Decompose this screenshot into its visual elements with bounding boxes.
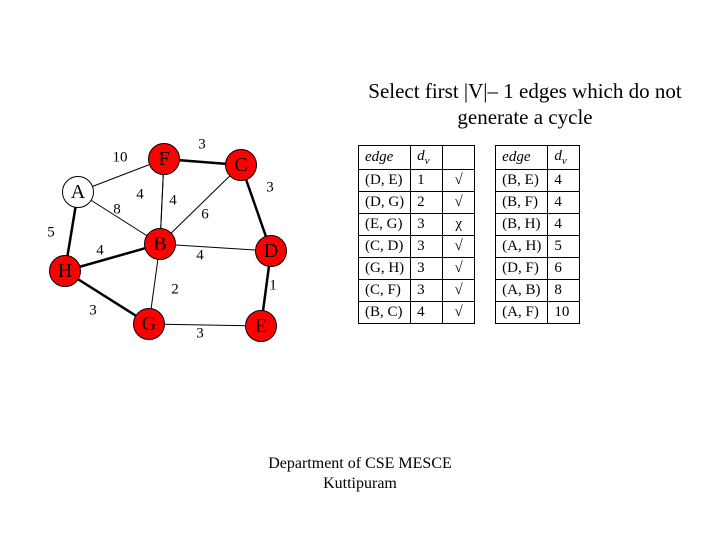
- cell-mark: √: [443, 192, 475, 214]
- cell-edge: (E, G): [359, 214, 411, 236]
- col-edge-right: edge: [496, 146, 548, 170]
- edge-table-right: edge dv (B, E)4(B, F)4(B, H)4(A, H)5(D, …: [495, 145, 580, 324]
- cell-mark: √: [443, 258, 475, 280]
- node-G: G: [133, 308, 165, 340]
- cell-mark: √: [443, 302, 475, 324]
- node-B: B: [144, 228, 176, 260]
- edge-weight-D-E: 1: [269, 278, 277, 295]
- cell-edge: (D, E): [359, 170, 411, 192]
- cell-edge: (B, F): [496, 192, 548, 214]
- edge-weight-B-F: 4: [169, 193, 177, 210]
- slide-title: Select first |V|– 1 edges which do not g…: [360, 78, 690, 131]
- cell-dv: 1: [411, 170, 443, 192]
- cell-mark: √: [443, 280, 475, 302]
- cell-edge: (B, H): [496, 214, 548, 236]
- edge-weight-A-H: 5: [47, 225, 55, 242]
- cell-edge: (A, F): [496, 302, 548, 324]
- edge-weight-B-D: 4: [196, 248, 204, 265]
- edge-weight-F-C: 3: [198, 137, 206, 154]
- edge-weight-A-B: 8: [113, 202, 121, 219]
- cell-dv: 4: [548, 214, 580, 236]
- node-C: C: [225, 149, 257, 181]
- cell-dv: 3: [411, 258, 443, 280]
- col-dv-left: dv: [411, 146, 443, 170]
- footer-line-1: Department of CSE MESCE: [268, 455, 452, 472]
- table-row: (E, G)3χ: [359, 214, 475, 236]
- cell-edge: (D, G): [359, 192, 411, 214]
- table-row: (D, E)1√: [359, 170, 475, 192]
- table-row: (A, B)8: [496, 280, 580, 302]
- cell-dv: 6: [548, 258, 580, 280]
- cell-dv: 10: [548, 302, 580, 324]
- edge-weight-B-G: 2: [171, 282, 179, 299]
- edge-weight-H-B: 4: [96, 243, 104, 260]
- col-edge-left: edge: [359, 146, 411, 170]
- cell-edge: (B, C): [359, 302, 411, 324]
- table-row: (B, H)4: [496, 214, 580, 236]
- cell-dv: 4: [548, 170, 580, 192]
- cell-mark: √: [443, 170, 475, 192]
- cell-dv: 4: [548, 192, 580, 214]
- cell-mark: χ: [443, 214, 475, 236]
- cell-dv: 5: [548, 236, 580, 258]
- edge-weight-F-B: 4: [136, 187, 144, 204]
- cell-edge: (D, F): [496, 258, 548, 280]
- edge-weight-A-F: 10: [113, 150, 128, 167]
- node-F: F: [148, 143, 180, 175]
- edge-weight-C-D: 3: [266, 180, 274, 197]
- node-E: E: [245, 310, 277, 342]
- table-row: (D, G)2√: [359, 192, 475, 214]
- table-row: (C, F)3√: [359, 280, 475, 302]
- edge-weight-C-B: 6: [201, 207, 209, 224]
- cell-dv: 2: [411, 192, 443, 214]
- cell-edge: (A, H): [496, 236, 548, 258]
- table-row: (D, F)6: [496, 258, 580, 280]
- slide: Select first |V|– 1 edges which do not g…: [0, 0, 720, 540]
- table-row: (B, C)4√: [359, 302, 475, 324]
- cell-dv: 3: [411, 280, 443, 302]
- cell-dv: 3: [411, 236, 443, 258]
- node-A: A: [62, 176, 94, 208]
- table-row: (G, H)3√: [359, 258, 475, 280]
- cell-edge: (C, D): [359, 236, 411, 258]
- edge-tables: edge dv (D, E)1√(D, G)2√(E, G)3χ(C, D)3√…: [358, 145, 580, 324]
- cell-edge: (A, B): [496, 280, 548, 302]
- cell-edge: (B, E): [496, 170, 548, 192]
- cell-dv: 4: [411, 302, 443, 324]
- node-H: H: [49, 255, 81, 287]
- col-dv-right: dv: [548, 146, 580, 170]
- footer-line-2: Kuttipuram: [323, 475, 397, 492]
- col-mark-left: [443, 146, 475, 170]
- cell-dv: 3: [411, 214, 443, 236]
- footer: Department of CSE MESCE Kuttipuram: [0, 454, 720, 494]
- edge-weight-H-G: 3: [89, 303, 97, 320]
- cell-edge: (G, H): [359, 258, 411, 280]
- cell-dv: 8: [548, 280, 580, 302]
- table-row: (B, F)4: [496, 192, 580, 214]
- table-row: (A, H)5: [496, 236, 580, 258]
- cell-edge: (C, F): [359, 280, 411, 302]
- edge-table-left: edge dv (D, E)1√(D, G)2√(E, G)3χ(C, D)3√…: [358, 145, 475, 324]
- node-D: D: [255, 235, 287, 267]
- graph-diagram: 103844635442133AFCBDHGE: [45, 138, 325, 368]
- cell-mark: √: [443, 236, 475, 258]
- edge-weight-G-E: 3: [196, 326, 204, 343]
- table-row: (C, D)3√: [359, 236, 475, 258]
- table-row: (B, E)4: [496, 170, 580, 192]
- table-row: (A, F)10: [496, 302, 580, 324]
